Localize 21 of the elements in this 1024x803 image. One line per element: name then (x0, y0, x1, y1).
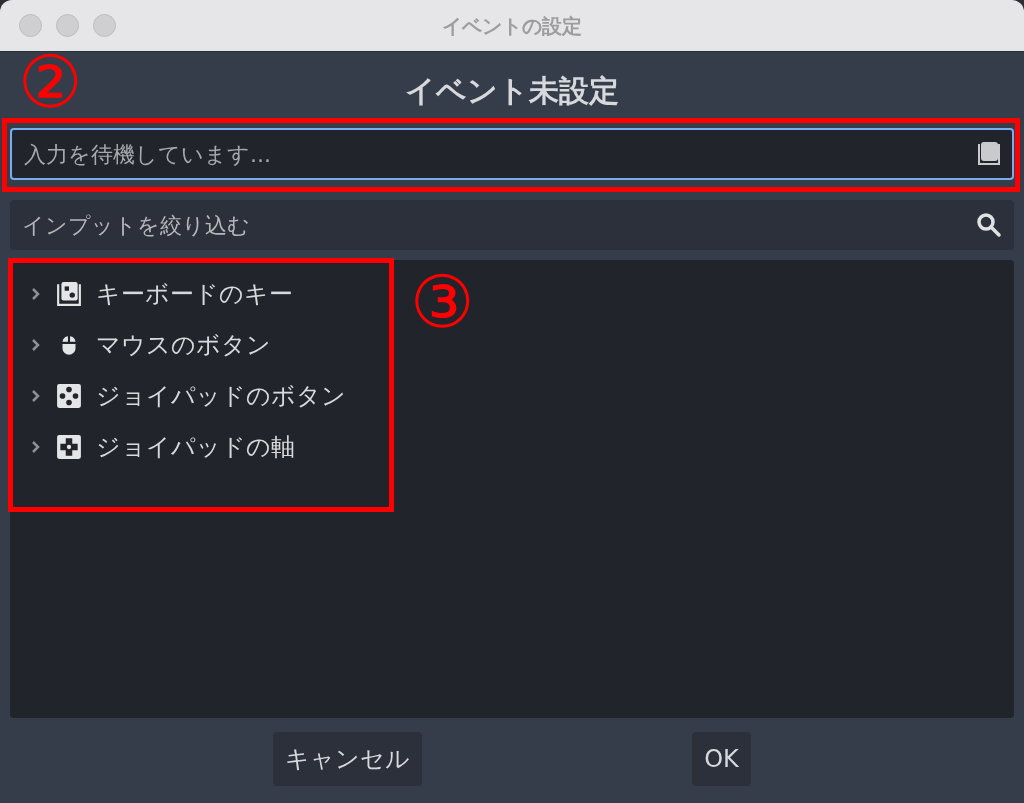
chevron-icon[interactable] (30, 337, 42, 352)
keyboard-key-icon (56, 280, 82, 307)
tree-item[interactable]: ジョイパッドの軸 (96, 428, 295, 465)
gamepad-buttons-icon (56, 382, 82, 409)
tree-item[interactable]: キーボードのキー (96, 275, 293, 312)
chevron-icon[interactable] (30, 388, 42, 403)
gamepad-dpad-icon (56, 433, 82, 460)
keyboard-key-icon (976, 141, 1002, 167)
chevron-icon[interactable] (30, 439, 42, 454)
search-icon (976, 212, 1002, 238)
tree-item[interactable]: ジョイパッドのボタン (96, 377, 346, 414)
chevron-icon[interactable] (30, 286, 42, 301)
dialog-heading: イベント未設定 (405, 71, 619, 110)
tree-item[interactable]: マウスのボタン (96, 326, 271, 363)
input-field[interactable]: 入力を待機しています... (10, 128, 1014, 180)
window-title: イベントの設定 (442, 13, 582, 40)
ok-button[interactable]: OK (692, 731, 751, 786)
annotation-number: ② (18, 46, 83, 118)
annotation-number: ③ (410, 266, 475, 338)
filter-field[interactable]: インプットを絞り込む (10, 200, 1014, 250)
cancel-button[interactable]: キャンセル (273, 731, 423, 786)
